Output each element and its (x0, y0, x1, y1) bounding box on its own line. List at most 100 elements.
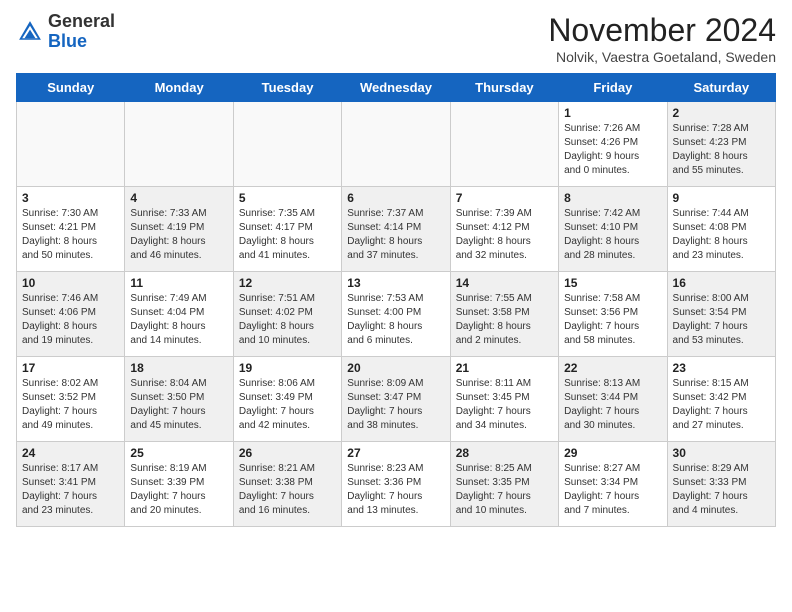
calendar-cell: 6 Sunrise: 7:37 AM Sunset: 4:14 PM Daylig… (342, 187, 450, 272)
day-info: Sunrise: 8:04 AM Sunset: 3:50 PM Dayligh… (130, 377, 227, 433)
day-info: Sunrise: 8:23 AM Sunset: 3:36 PM Dayligh… (347, 462, 444, 518)
day-info: Sunrise: 8:06 AM Sunset: 3:49 PM Dayligh… (239, 377, 336, 433)
day-number: 27 (347, 446, 444, 460)
calendar-cell: 7 Sunrise: 7:39 AM Sunset: 4:12 PM Daylig… (450, 187, 558, 272)
page: General Blue November 2024 Nolvik, Vaest… (0, 0, 792, 612)
day-info: Sunrise: 8:27 AM Sunset: 3:34 PM Dayligh… (564, 462, 661, 518)
day-number: 18 (130, 361, 227, 375)
calendar-cell: 12Sunrise: 7:51 AM Sunset: 4:02 PM Dayli… (233, 272, 341, 357)
calendar-header-row: SundayMondayTuesdayWednesdayThursdayFrid… (17, 74, 776, 102)
day-info: Sunrise: 7:35 AM Sunset: 4:17 PM Dayligh… (239, 207, 336, 263)
day-info: Sunrise: 7:58 AM Sunset: 3:56 PM Dayligh… (564, 292, 661, 348)
day-info: Sunrise: 7:55 AM Sunset: 3:58 PM Dayligh… (456, 292, 553, 348)
header-row: General Blue November 2024 Nolvik, Vaest… (16, 12, 776, 65)
day-info: Sunrise: 8:25 AM Sunset: 3:35 PM Dayligh… (456, 462, 553, 518)
calendar-cell: 2 Sunrise: 7:28 AM Sunset: 4:23 PM Daylig… (667, 102, 775, 187)
day-info: Sunrise: 7:39 AM Sunset: 4:12 PM Dayligh… (456, 207, 553, 263)
day-info: Sunrise: 7:53 AM Sunset: 4:00 PM Dayligh… (347, 292, 444, 348)
calendar-header-tuesday: Tuesday (233, 74, 341, 102)
calendar-cell: 29 Sunrise: 8:27 AM Sunset: 3:34 PM Dayli… (559, 442, 667, 527)
calendar: SundayMondayTuesdayWednesdayThursdayFrid… (16, 73, 776, 527)
calendar-cell: 22 Sunrise: 8:13 AM Sunset: 3:44 PM Dayli… (559, 357, 667, 442)
calendar-cell: 9 Sunrise: 7:44 AM Sunset: 4:08 PM Daylig… (667, 187, 775, 272)
calendar-week-3: 17Sunrise: 8:02 AM Sunset: 3:52 PM Dayli… (17, 357, 776, 442)
day-info: Sunrise: 8:29 AM Sunset: 3:33 PM Dayligh… (673, 462, 770, 518)
calendar-cell: 24 Sunrise: 8:17 AM Sunset: 3:41 PM Dayli… (17, 442, 125, 527)
calendar-cell: 1 Sunrise: 7:26 AM Sunset: 4:26 PM Daylig… (559, 102, 667, 187)
day-number: 13 (347, 276, 444, 290)
day-number: 26 (239, 446, 336, 460)
logo-icon (16, 18, 44, 46)
day-number: 3 (22, 191, 119, 205)
month-year: November 2024 (548, 12, 776, 49)
day-number: 2 (673, 106, 770, 120)
day-info: Sunrise: 8:02 AM Sunset: 3:52 PM Dayligh… (22, 377, 119, 433)
calendar-cell: 3 Sunrise: 7:30 AM Sunset: 4:21 PM Daylig… (17, 187, 125, 272)
day-number: 8 (564, 191, 661, 205)
day-number: 12 (239, 276, 336, 290)
calendar-cell: 23Sunrise: 8:15 AM Sunset: 3:42 PM Dayli… (667, 357, 775, 442)
day-info: Sunrise: 8:13 AM Sunset: 3:44 PM Dayligh… (564, 377, 661, 433)
calendar-cell: 19 Sunrise: 8:06 AM Sunset: 3:49 PM Dayli… (233, 357, 341, 442)
calendar-cell: 14 Sunrise: 7:55 AM Sunset: 3:58 PM Dayli… (450, 272, 558, 357)
calendar-cell (233, 102, 341, 187)
day-info: Sunrise: 7:46 AM Sunset: 4:06 PM Dayligh… (22, 292, 119, 348)
calendar-header-sunday: Sunday (17, 74, 125, 102)
calendar-cell: 13 Sunrise: 7:53 AM Sunset: 4:00 PM Dayli… (342, 272, 450, 357)
day-number: 16 (673, 276, 770, 290)
day-number: 7 (456, 191, 553, 205)
day-info: Sunrise: 7:28 AM Sunset: 4:23 PM Dayligh… (673, 122, 770, 178)
day-info: Sunrise: 7:26 AM Sunset: 4:26 PM Dayligh… (564, 122, 661, 178)
day-number: 23 (673, 361, 770, 375)
day-number: 29 (564, 446, 661, 460)
logo-blue: Blue (48, 31, 87, 51)
day-number: 22 (564, 361, 661, 375)
day-number: 30 (673, 446, 770, 460)
calendar-cell: 4Sunrise: 7:33 AM Sunset: 4:19 PM Daylig… (125, 187, 233, 272)
day-number: 9 (673, 191, 770, 205)
calendar-header-friday: Friday (559, 74, 667, 102)
day-info: Sunrise: 8:17 AM Sunset: 3:41 PM Dayligh… (22, 462, 119, 518)
day-number: 24 (22, 446, 119, 460)
calendar-week-4: 24 Sunrise: 8:17 AM Sunset: 3:41 PM Dayli… (17, 442, 776, 527)
day-number: 14 (456, 276, 553, 290)
calendar-header-saturday: Saturday (667, 74, 775, 102)
logo-general: General (48, 11, 115, 31)
calendar-cell (450, 102, 558, 187)
calendar-week-2: 10 Sunrise: 7:46 AM Sunset: 4:06 PM Dayli… (17, 272, 776, 357)
day-info: Sunrise: 7:30 AM Sunset: 4:21 PM Dayligh… (22, 207, 119, 263)
calendar-header-thursday: Thursday (450, 74, 558, 102)
day-number: 5 (239, 191, 336, 205)
day-info: Sunrise: 7:44 AM Sunset: 4:08 PM Dayligh… (673, 207, 770, 263)
calendar-week-1: 3 Sunrise: 7:30 AM Sunset: 4:21 PM Daylig… (17, 187, 776, 272)
day-info: Sunrise: 8:19 AM Sunset: 3:39 PM Dayligh… (130, 462, 227, 518)
calendar-cell: 28 Sunrise: 8:25 AM Sunset: 3:35 PM Dayli… (450, 442, 558, 527)
calendar-cell: 16Sunrise: 8:00 AM Sunset: 3:54 PM Dayli… (667, 272, 775, 357)
day-number: 19 (239, 361, 336, 375)
day-number: 4 (130, 191, 227, 205)
calendar-cell: 21Sunrise: 8:11 AM Sunset: 3:45 PM Dayli… (450, 357, 558, 442)
day-info: Sunrise: 7:37 AM Sunset: 4:14 PM Dayligh… (347, 207, 444, 263)
day-info: Sunrise: 8:09 AM Sunset: 3:47 PM Dayligh… (347, 377, 444, 433)
calendar-header-wednesday: Wednesday (342, 74, 450, 102)
day-number: 21 (456, 361, 553, 375)
calendar-cell (17, 102, 125, 187)
day-number: 28 (456, 446, 553, 460)
calendar-cell: 17Sunrise: 8:02 AM Sunset: 3:52 PM Dayli… (17, 357, 125, 442)
calendar-cell: 5 Sunrise: 7:35 AM Sunset: 4:17 PM Daylig… (233, 187, 341, 272)
calendar-week-0: 1 Sunrise: 7:26 AM Sunset: 4:26 PM Daylig… (17, 102, 776, 187)
day-number: 11 (130, 276, 227, 290)
day-number: 1 (564, 106, 661, 120)
day-number: 25 (130, 446, 227, 460)
calendar-cell (125, 102, 233, 187)
day-info: Sunrise: 7:49 AM Sunset: 4:04 PM Dayligh… (130, 292, 227, 348)
day-number: 6 (347, 191, 444, 205)
logo: General Blue (16, 12, 115, 52)
calendar-cell: 30 Sunrise: 8:29 AM Sunset: 3:33 PM Dayli… (667, 442, 775, 527)
day-number: 10 (22, 276, 119, 290)
calendar-cell: 8Sunrise: 7:42 AM Sunset: 4:10 PM Daylig… (559, 187, 667, 272)
calendar-cell: 18 Sunrise: 8:04 AM Sunset: 3:50 PM Dayli… (125, 357, 233, 442)
calendar-cell: 20 Sunrise: 8:09 AM Sunset: 3:47 PM Dayli… (342, 357, 450, 442)
day-info: Sunrise: 8:21 AM Sunset: 3:38 PM Dayligh… (239, 462, 336, 518)
day-number: 20 (347, 361, 444, 375)
